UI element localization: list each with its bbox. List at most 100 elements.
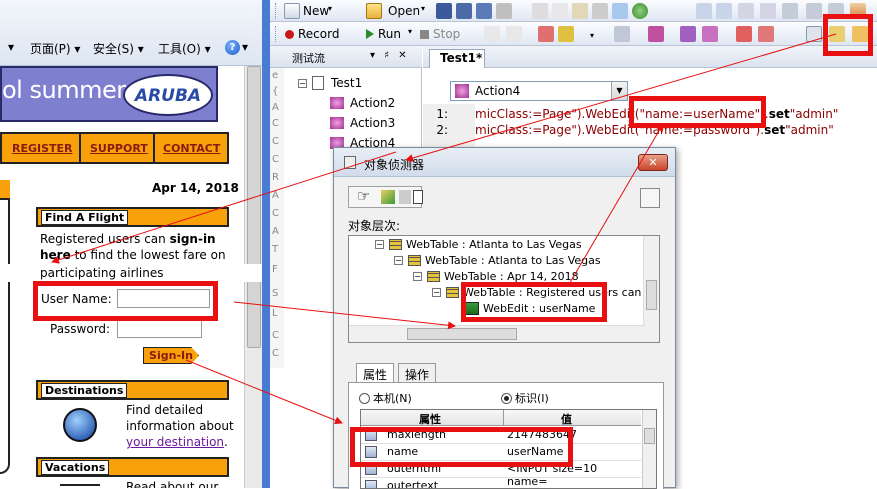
tree-collapse-toggle[interactable]: − [298,79,307,88]
delete-icon[interactable] [592,3,608,19]
undo-icon[interactable] [696,3,712,19]
sign-in-word: sign-in [169,232,216,246]
copy-icon[interactable] [413,190,423,204]
record-button[interactable]: Record [298,27,339,41]
outdent-icon[interactable] [760,3,776,19]
scrollbar-thumb[interactable] [407,328,517,340]
uncomment-icon[interactable] [806,3,822,19]
strip-char: C [272,118,279,129]
scrollbar-thumb[interactable] [646,280,657,310]
open-dropdown-icon[interactable]: ▾ [421,4,425,13]
native-radio[interactable] [359,393,370,404]
highlight-icon [399,190,411,204]
output-value-icon[interactable] [702,26,718,42]
save-icon[interactable] [436,3,452,19]
new-button[interactable]: New [303,4,329,18]
tree-collapse-toggle[interactable]: − [375,240,384,249]
nav-contact-link[interactable]: CONTACT [163,142,220,155]
code-text: "admin" [785,123,834,137]
tree-item-test1[interactable]: Test1 [331,76,362,90]
scrollbar-thumb[interactable] [247,66,261,348]
code-keyword: set [764,123,786,137]
new-icon[interactable] [284,3,300,19]
close-button[interactable]: ✕ [638,154,668,171]
hierarchy-vertical-scrollbar[interactable] [643,236,659,342]
checkpoint-icon[interactable] [680,26,696,42]
breakpoint-icon[interactable] [538,26,554,42]
strip-char: { [272,86,279,97]
tree-collapse-toggle[interactable]: − [432,288,441,297]
pane-pin-close-icons[interactable]: ▾ ♯ ✕ [370,50,410,61]
strip-char: A [272,190,279,201]
tab-operations[interactable]: 操作 [398,363,437,383]
menu-security[interactable]: 安全(S) ▾ [93,40,144,57]
grid-vertical-scrollbar[interactable] [642,410,656,488]
identify-radio[interactable] [501,393,512,404]
command-bar-chevron[interactable]: ▾ [8,40,14,54]
synchronization-icon[interactable] [736,26,752,42]
tree-collapse-toggle[interactable]: − [394,256,403,265]
find-icon[interactable] [612,3,628,19]
tree-node-webtable[interactable]: WebTable : Atlanta to Las Vegas [425,254,601,267]
document-tab-test1[interactable]: Test1* [429,49,485,68]
options-icon[interactable] [614,26,630,42]
active-screen-icon[interactable] [806,26,822,42]
destinations-description: Find detailed information about your des… [126,402,236,450]
copy-icon[interactable] [552,3,568,19]
nav-support-link[interactable]: SUPPORT [90,142,148,155]
toolbar-grip [275,26,278,42]
print-icon[interactable] [496,3,512,19]
pointing-hand-icon[interactable]: ☞ [357,187,370,205]
show-object-icon[interactable] [381,190,395,204]
strip-char: C [272,208,279,219]
indent-icon[interactable] [738,3,754,19]
test-flow-header: 测试流 ▾ ♯ ✕ [270,46,422,68]
tree-item-action2[interactable]: Action2 [350,96,395,110]
redo-icon[interactable] [716,3,732,19]
hierarchy-horizontal-scrollbar[interactable] [349,325,645,342]
add-to-repository-icon[interactable] [640,188,660,208]
scrollbar-thumb[interactable] [644,428,655,444]
dialog-title-bar[interactable]: 对象侦测器 ✕ [334,148,675,177]
webtable-icon [446,287,459,298]
save-with-resources-icon[interactable] [476,3,492,19]
help-icon[interactable]: ? [225,40,240,55]
destination-link[interactable]: your destination [126,435,224,449]
toolbar-chevron-icon[interactable]: ▾ [590,31,594,40]
nav-divider [153,134,155,162]
chevron-down-icon[interactable]: ▼ [611,82,627,100]
paste-icon[interactable] [572,3,588,19]
menu-page[interactable]: 页面(P) ▾ [30,40,80,57]
new-dropdown-icon[interactable]: ▾ [328,4,332,13]
save-all-icon[interactable] [456,3,472,19]
menu-tools[interactable]: 工具(O) ▾ [158,40,211,57]
record-icon[interactable] [285,30,294,39]
check-syntax-icon[interactable] [632,3,648,19]
cut-icon[interactable] [532,3,548,19]
open-folder-icon[interactable] [366,3,382,19]
help-chevron-icon[interactable]: ▾ [242,40,248,54]
step-into-icon[interactable] [484,26,500,42]
debug-icon[interactable] [558,26,574,42]
aruba-logo-text: ARUBA [134,86,202,106]
password-input[interactable] [117,319,202,338]
step-over-icon[interactable] [506,26,522,42]
tree-collapse-toggle[interactable]: − [413,272,422,281]
tree-node-webtable[interactable]: WebTable : Atlanta to Las Vegas [406,238,582,251]
nav-register-link[interactable]: REGISTER [12,142,73,155]
tab-properties[interactable]: 属性 [356,363,395,383]
run-icon[interactable] [366,29,374,39]
recovery-icon[interactable] [758,26,774,42]
comment-icon[interactable] [782,3,798,19]
sign-in-button[interactable]: Sign-In [143,347,199,364]
grid-row[interactable]: outertext [361,478,641,488]
dialog-title: 对象侦测器 [364,158,425,172]
object-repository-icon[interactable] [648,26,664,42]
grid-column-divider [503,410,504,426]
action-select[interactable]: Action4 ▼ [450,81,628,101]
run-button[interactable]: Run [378,27,401,41]
tree-item-action3[interactable]: Action3 [350,116,395,130]
run-dropdown-icon[interactable]: ▾ [408,27,412,36]
annotation-box-spy-tool [823,14,873,56]
open-button[interactable]: Open [388,4,420,18]
